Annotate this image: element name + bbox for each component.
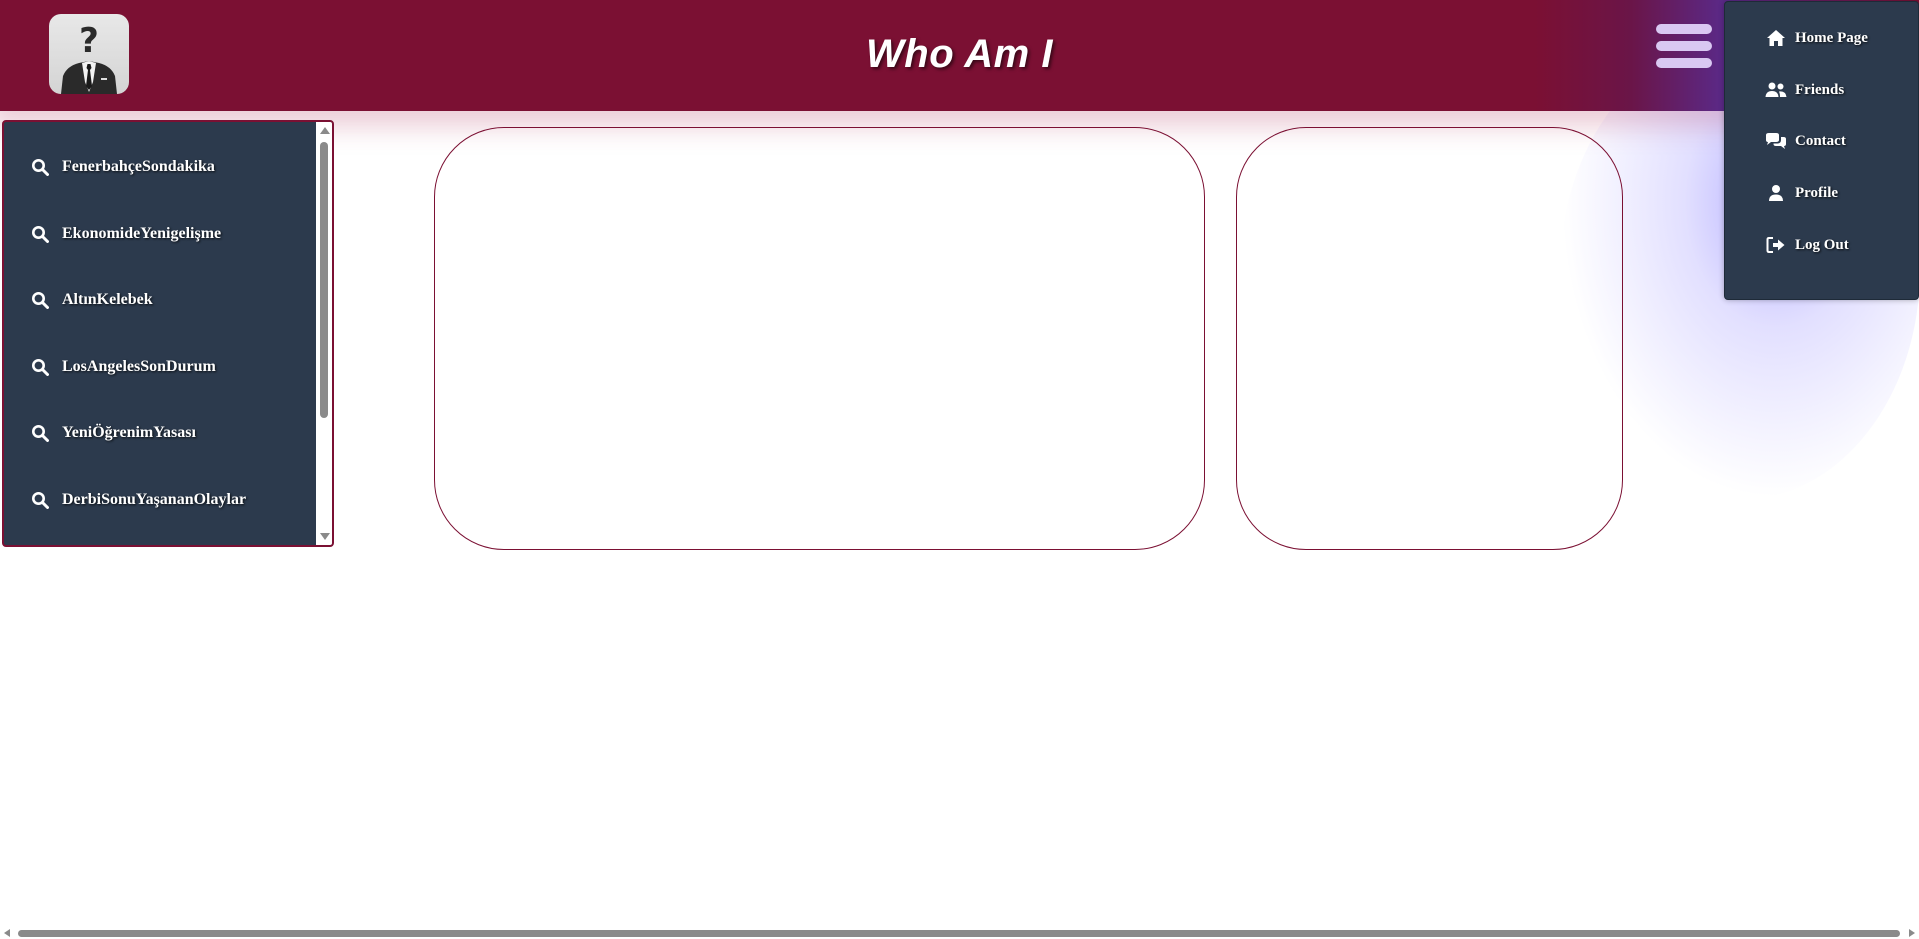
search-icon [30,290,50,310]
hamburger-line [1656,41,1712,51]
page-title: Who Am I [866,32,1053,76]
menu-item-logout[interactable]: Log Out [1765,233,1849,257]
menu-item-friends[interactable]: Friends [1765,78,1844,102]
menu-item-label: Contact [1795,132,1846,149]
scroll-left-arrow-icon[interactable] [4,929,10,937]
sidebar-item-label: AltınKelebek [62,291,153,308]
menu-item-profile[interactable]: Profile [1765,181,1838,205]
logout-icon [1765,236,1787,254]
user-icon [1765,184,1787,202]
sidebar-item-los-angeles[interactable]: LosAngelesSonDurum [30,355,216,379]
chat-bubbles-icon [1765,132,1787,150]
dropdown-menu: Home Page Friends Contact Profile Log Ou… [1724,1,1919,300]
sidebar-item-label: FenerbahçeSondakika [62,158,215,175]
sidebar-scrollbar[interactable] [316,122,332,545]
side-content-panel [1236,127,1623,550]
sidebar-item-label: YeniÖğrenimYasası [62,424,196,441]
search-icon [30,157,50,177]
page: ? Who Am I Home Page Friends Contact Pro… [0,0,1919,939]
sidebar-item-label: EkonomideYenigelişme [62,225,222,242]
header-bar: ? Who Am I [0,0,1919,111]
menu-item-label: Friends [1795,81,1845,98]
hamburger-menu-icon[interactable] [1656,24,1714,76]
home-icon [1765,29,1787,47]
menu-item-label: Profile [1795,184,1839,201]
search-icon [30,224,50,244]
menu-item-label: Home Page [1795,29,1868,46]
friends-icon [1765,81,1787,99]
sidebar-item-label: DerbiSonuYaşananOlaylar [62,491,247,508]
menu-item-home[interactable]: Home Page [1765,26,1868,50]
scrollbar-thumb[interactable] [18,930,1900,937]
search-icon [30,490,50,510]
scrollbar-thumb[interactable] [320,142,328,418]
horizontal-scrollbar[interactable] [0,927,1919,939]
sidebar-item-altin-kelebek[interactable]: AltınKelebek [30,288,153,312]
scroll-down-arrow-icon[interactable] [320,533,330,540]
scroll-up-arrow-icon[interactable] [320,127,330,134]
sidebar-item-ekonomi[interactable]: EkonomideYenigelişme [30,222,221,246]
menu-item-contact[interactable]: Contact [1765,129,1846,153]
sidebar-item-label: LosAngelesSonDurum [62,358,216,375]
trending-sidebar[interactable]: FenerbahçeSondakika EkonomideYenigelişme… [2,120,334,547]
scroll-right-arrow-icon[interactable] [1909,929,1915,937]
search-icon [30,423,50,443]
hamburger-line [1656,24,1712,34]
main-content-panel [434,127,1205,550]
search-icon [30,357,50,377]
hamburger-line [1656,58,1712,68]
sidebar-item-fenerbahce[interactable]: FenerbahçeSondakika [30,155,215,179]
menu-item-label: Log Out [1795,236,1849,253]
sidebar-item-derbi[interactable]: DerbiSonuYaşananOlaylar [30,488,246,512]
sidebar-item-yeni-ogrenim[interactable]: YeniÖğrenimYasası [30,421,196,445]
